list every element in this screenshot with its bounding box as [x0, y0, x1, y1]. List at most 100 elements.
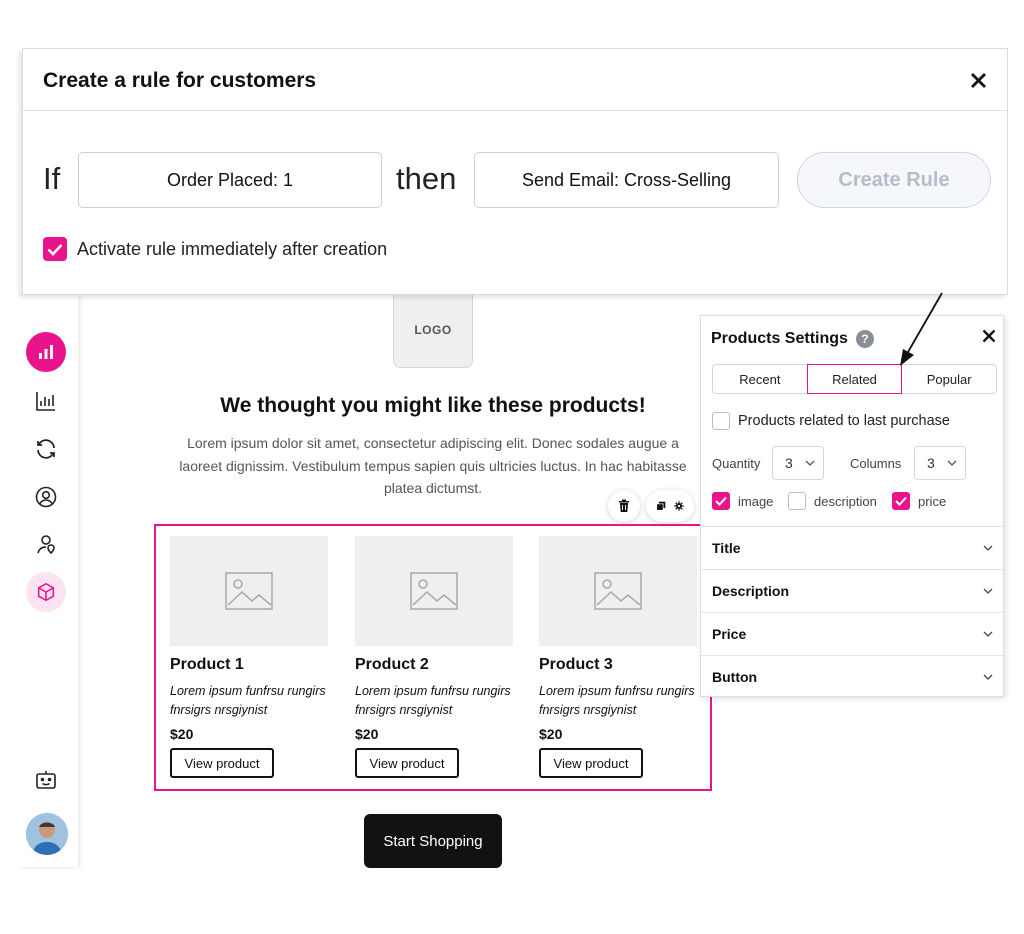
tab-popular[interactable]: Popular: [902, 365, 996, 393]
option-description[interactable]: description: [788, 492, 877, 510]
view-product-button[interactable]: View product: [170, 748, 274, 778]
check-icon: [895, 496, 907, 506]
product-image-placeholder: [170, 536, 328, 646]
products-block[interactable]: Product 1 Lorem ipsum funfrsu rungirs fn…: [154, 524, 712, 791]
if-label: If: [43, 161, 61, 196]
product-name: Product 1: [170, 656, 244, 673]
view-product-button[interactable]: View product: [355, 748, 459, 778]
price-checkbox[interactable]: [892, 492, 910, 510]
products-settings-panel: Products Settings ? Recent Related Popul…: [700, 315, 1004, 697]
description-option-label: description: [814, 493, 877, 509]
section-title[interactable]: Title: [701, 526, 1003, 569]
columns-select[interactable]: 3: [914, 446, 966, 480]
create-rule-button[interactable]: Create Rule: [797, 152, 991, 208]
image-option-label: image: [738, 493, 774, 509]
view-product-button[interactable]: View product: [539, 748, 643, 778]
chevron-down-icon: [983, 588, 993, 594]
sidebar-item-analytics[interactable]: [26, 381, 66, 421]
tab-related[interactable]: Related: [806, 364, 903, 394]
sidebar-item-products[interactable]: [26, 572, 66, 612]
chevron-down-icon: [983, 674, 993, 680]
trash-icon: [619, 499, 629, 512]
sidebar-item-dashboard[interactable]: [26, 332, 66, 372]
analytics-icon: [36, 392, 55, 411]
sidebar-item-audience[interactable]: [26, 524, 66, 564]
product-card[interactable]: Product 3 Lorem ipsum funfrsu rungirs fn…: [539, 536, 697, 778]
bot-icon: [36, 771, 56, 789]
quantity-label: Quantity: [712, 456, 761, 471]
dialog-close-button[interactable]: [967, 69, 989, 91]
activate-rule-option: Activate rule immediately after creation: [43, 237, 387, 261]
product-price: $20: [170, 726, 194, 742]
product-description: Lorem ipsum funfrsu rungirs fnrsigrs nrs…: [355, 684, 511, 717]
sync-icon: [37, 439, 55, 459]
product-image-placeholder: [355, 536, 513, 646]
product-card[interactable]: Product 2 Lorem ipsum funfrsu rungirs fn…: [355, 536, 513, 778]
block-actions: [646, 490, 694, 522]
sidebar: [18, 295, 78, 867]
chevron-down-icon: [805, 460, 815, 466]
close-icon: [970, 72, 986, 88]
quantity-select[interactable]: 3: [772, 446, 824, 480]
product-image-placeholder: [539, 536, 697, 646]
block-toolbar: [608, 490, 694, 522]
related-purchase-label: Products related to last purchase: [738, 413, 950, 429]
product-description: Lorem ipsum funfrsu rungirs fnrsigrs nrs…: [170, 684, 326, 717]
activate-rule-label: Activate rule immediately after creation: [77, 238, 388, 259]
image-icon: [594, 572, 642, 610]
product-name: Product 2: [355, 656, 429, 673]
product-price: $20: [355, 726, 379, 742]
related-purchase-checkbox[interactable]: [712, 412, 730, 430]
section-description[interactable]: Description: [701, 569, 1003, 612]
then-label: then: [396, 161, 457, 196]
section-price[interactable]: Price: [701, 612, 1003, 655]
option-image[interactable]: image: [712, 492, 773, 510]
image-checkbox[interactable]: [712, 492, 730, 510]
help-icon[interactable]: ?: [855, 330, 874, 348]
columns-value: 3: [927, 455, 935, 471]
product-price: $20: [539, 726, 563, 742]
option-price[interactable]: price: [892, 492, 946, 510]
image-icon: [410, 572, 458, 610]
description-checkbox[interactable]: [788, 492, 806, 510]
section-button[interactable]: Button: [701, 655, 1003, 698]
columns-label: Columns: [850, 456, 902, 471]
cube-icon: [37, 582, 55, 602]
image-icon: [225, 572, 273, 610]
product-description: Lorem ipsum funfrsu rungirs fnrsigrs nrs…: [539, 684, 695, 717]
settings-title-text: Products Settings: [711, 330, 848, 347]
settings-close-button[interactable]: [979, 326, 999, 346]
create-rule-dialog: Create a rule for customers If Order Pla…: [22, 48, 1008, 295]
related-purchase-option: Products related to last purchase: [712, 412, 950, 430]
section-price-label: Price: [712, 626, 747, 642]
gear-icon[interactable]: [674, 499, 684, 513]
product-card[interactable]: Product 1 Lorem ipsum funfrsu rungirs fn…: [170, 536, 328, 778]
tab-recent[interactable]: Recent: [713, 365, 807, 393]
check-icon: [715, 496, 727, 506]
sidebar-item-customers[interactable]: [26, 477, 66, 517]
chevron-down-icon: [947, 460, 957, 466]
price-option-label: price: [918, 493, 947, 509]
product-source-tabs: Recent Related Popular: [712, 364, 997, 394]
user-circle-icon: [35, 486, 57, 508]
quantity-value: 3: [785, 455, 793, 471]
sidebar-item-sync[interactable]: [26, 429, 66, 469]
close-icon: [982, 329, 996, 343]
condition-field[interactable]: Order Placed: 1: [78, 152, 382, 208]
section-title-label: Title: [712, 540, 741, 556]
sidebar-item-bot[interactable]: [26, 760, 66, 800]
section-description-label: Description: [712, 583, 790, 599]
settings-title: Products Settings ?: [711, 330, 874, 348]
delete-block-button[interactable]: [608, 490, 640, 522]
activate-rule-checkbox[interactable]: [43, 237, 67, 261]
duplicate-icon[interactable]: [656, 499, 666, 513]
user-pin-icon: [37, 535, 55, 555]
email-logo-placeholder[interactable]: LOGO: [393, 292, 473, 368]
chevron-down-icon: [983, 631, 993, 637]
check-icon: [47, 243, 63, 256]
quantity-columns-row: Quantity 3 Columns 3: [712, 446, 1002, 480]
email-heading[interactable]: We thought you might like these products…: [140, 394, 726, 418]
action-field[interactable]: Send Email: Cross-Selling: [474, 152, 779, 208]
start-shopping-button[interactable]: Start Shopping: [364, 814, 502, 868]
avatar[interactable]: [26, 813, 68, 855]
